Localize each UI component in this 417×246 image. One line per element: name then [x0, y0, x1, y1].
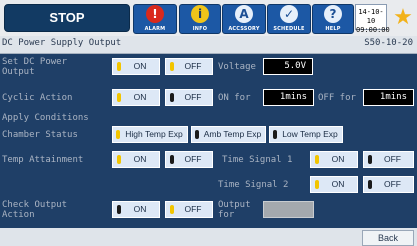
amb-temp-exp-button[interactable]: Amb Temp Exp	[191, 126, 266, 143]
check-output-action-label: Check Output Action	[2, 200, 68, 220]
set-dc-power-on-button[interactable]: ON	[112, 58, 160, 75]
high-temp-exp-button[interactable]: High Temp Exp	[112, 126, 188, 143]
off-for-label: OFF for	[318, 93, 356, 103]
check-output-off-button[interactable]: OFF	[165, 201, 213, 218]
back-button[interactable]: Back	[362, 230, 414, 246]
screen-title: DC Power Supply Output	[2, 38, 122, 48]
time-signal-1-on-button[interactable]: ON	[310, 151, 358, 168]
low-temp-exp-button[interactable]: Low Temp Exp	[269, 126, 343, 143]
set-dc-power-label: Set DC Power Output	[2, 57, 68, 77]
top-toolbar: STOP ! ALARM i INFO A ACCSSORY ✓ SCHEDUL…	[0, 0, 417, 36]
off-for-display[interactable]: 1mins	[363, 89, 414, 106]
exclamation-icon: !	[146, 5, 164, 23]
accessory-button[interactable]: A ACCSSORY	[222, 4, 266, 34]
cyclic-action-label: Cyclic Action	[2, 93, 73, 103]
schedule-check-icon: ✓	[280, 5, 298, 23]
cyclic-action-off-button[interactable]: OFF	[165, 89, 213, 106]
chamber-status-label: Chamber Status	[2, 130, 78, 140]
screen-code: S50-10-20	[364, 38, 413, 48]
schedule-label: SCHEDULE	[273, 26, 305, 32]
info-icon: i	[191, 5, 209, 23]
time-signal-1-off-button[interactable]: OFF	[363, 151, 414, 168]
voltage-label: Voltage	[218, 62, 256, 72]
alarm-button[interactable]: ! ALARM	[133, 4, 177, 34]
led-off-indicator	[273, 130, 277, 139]
led-off-indicator	[195, 130, 199, 139]
set-dc-power-off-button[interactable]: OFF	[165, 58, 213, 75]
output-for-label: Output for	[218, 200, 251, 220]
alarm-label: ALARM	[144, 26, 166, 32]
on-for-label: ON for	[218, 93, 251, 103]
check-output-on-button[interactable]: ON	[112, 201, 160, 218]
accessory-icon: A	[235, 5, 253, 23]
voltage-display[interactable]: 5.0V	[263, 58, 313, 75]
help-button[interactable]: ? HELP	[312, 4, 354, 34]
star-icon[interactable]: ★	[392, 4, 414, 32]
date-text: 14-10-10	[358, 8, 384, 25]
time-signal-2-on-button[interactable]: ON	[310, 176, 358, 193]
schedule-button[interactable]: ✓ SCHEDULE	[267, 4, 311, 34]
time-signal-2-label: Time Signal 2	[218, 180, 289, 190]
help-icon: ?	[324, 5, 342, 23]
stop-button[interactable]: STOP	[4, 4, 130, 32]
temp-attainment-on-button[interactable]: ON	[112, 151, 160, 168]
screen-title-bar: DC Power Supply Output S50-10-20	[0, 36, 417, 54]
apply-conditions-label: Apply Conditions	[2, 113, 89, 123]
temp-attainment-off-button[interactable]: OFF	[165, 151, 213, 168]
info-button[interactable]: i INFO	[179, 4, 221, 34]
accessory-label: ACCSSORY	[228, 26, 260, 32]
date-time-display: 14-10-10 09:00:00	[355, 4, 390, 34]
time-signal-2-off-button[interactable]: OFF	[363, 176, 414, 193]
led-on-indicator	[116, 130, 120, 139]
temp-attainment-label: Temp Attainment	[2, 155, 84, 165]
info-label: INFO	[192, 26, 208, 32]
time-signal-1-label: Time Signal 1	[222, 155, 293, 165]
output-for-display-disabled	[263, 201, 314, 218]
cyclic-action-on-button[interactable]: ON	[112, 89, 160, 106]
help-label: HELP	[325, 26, 341, 32]
time-text: 09:00:00	[356, 26, 390, 34]
on-for-display[interactable]: 1mins	[263, 89, 314, 106]
footer-bar	[0, 228, 417, 246]
